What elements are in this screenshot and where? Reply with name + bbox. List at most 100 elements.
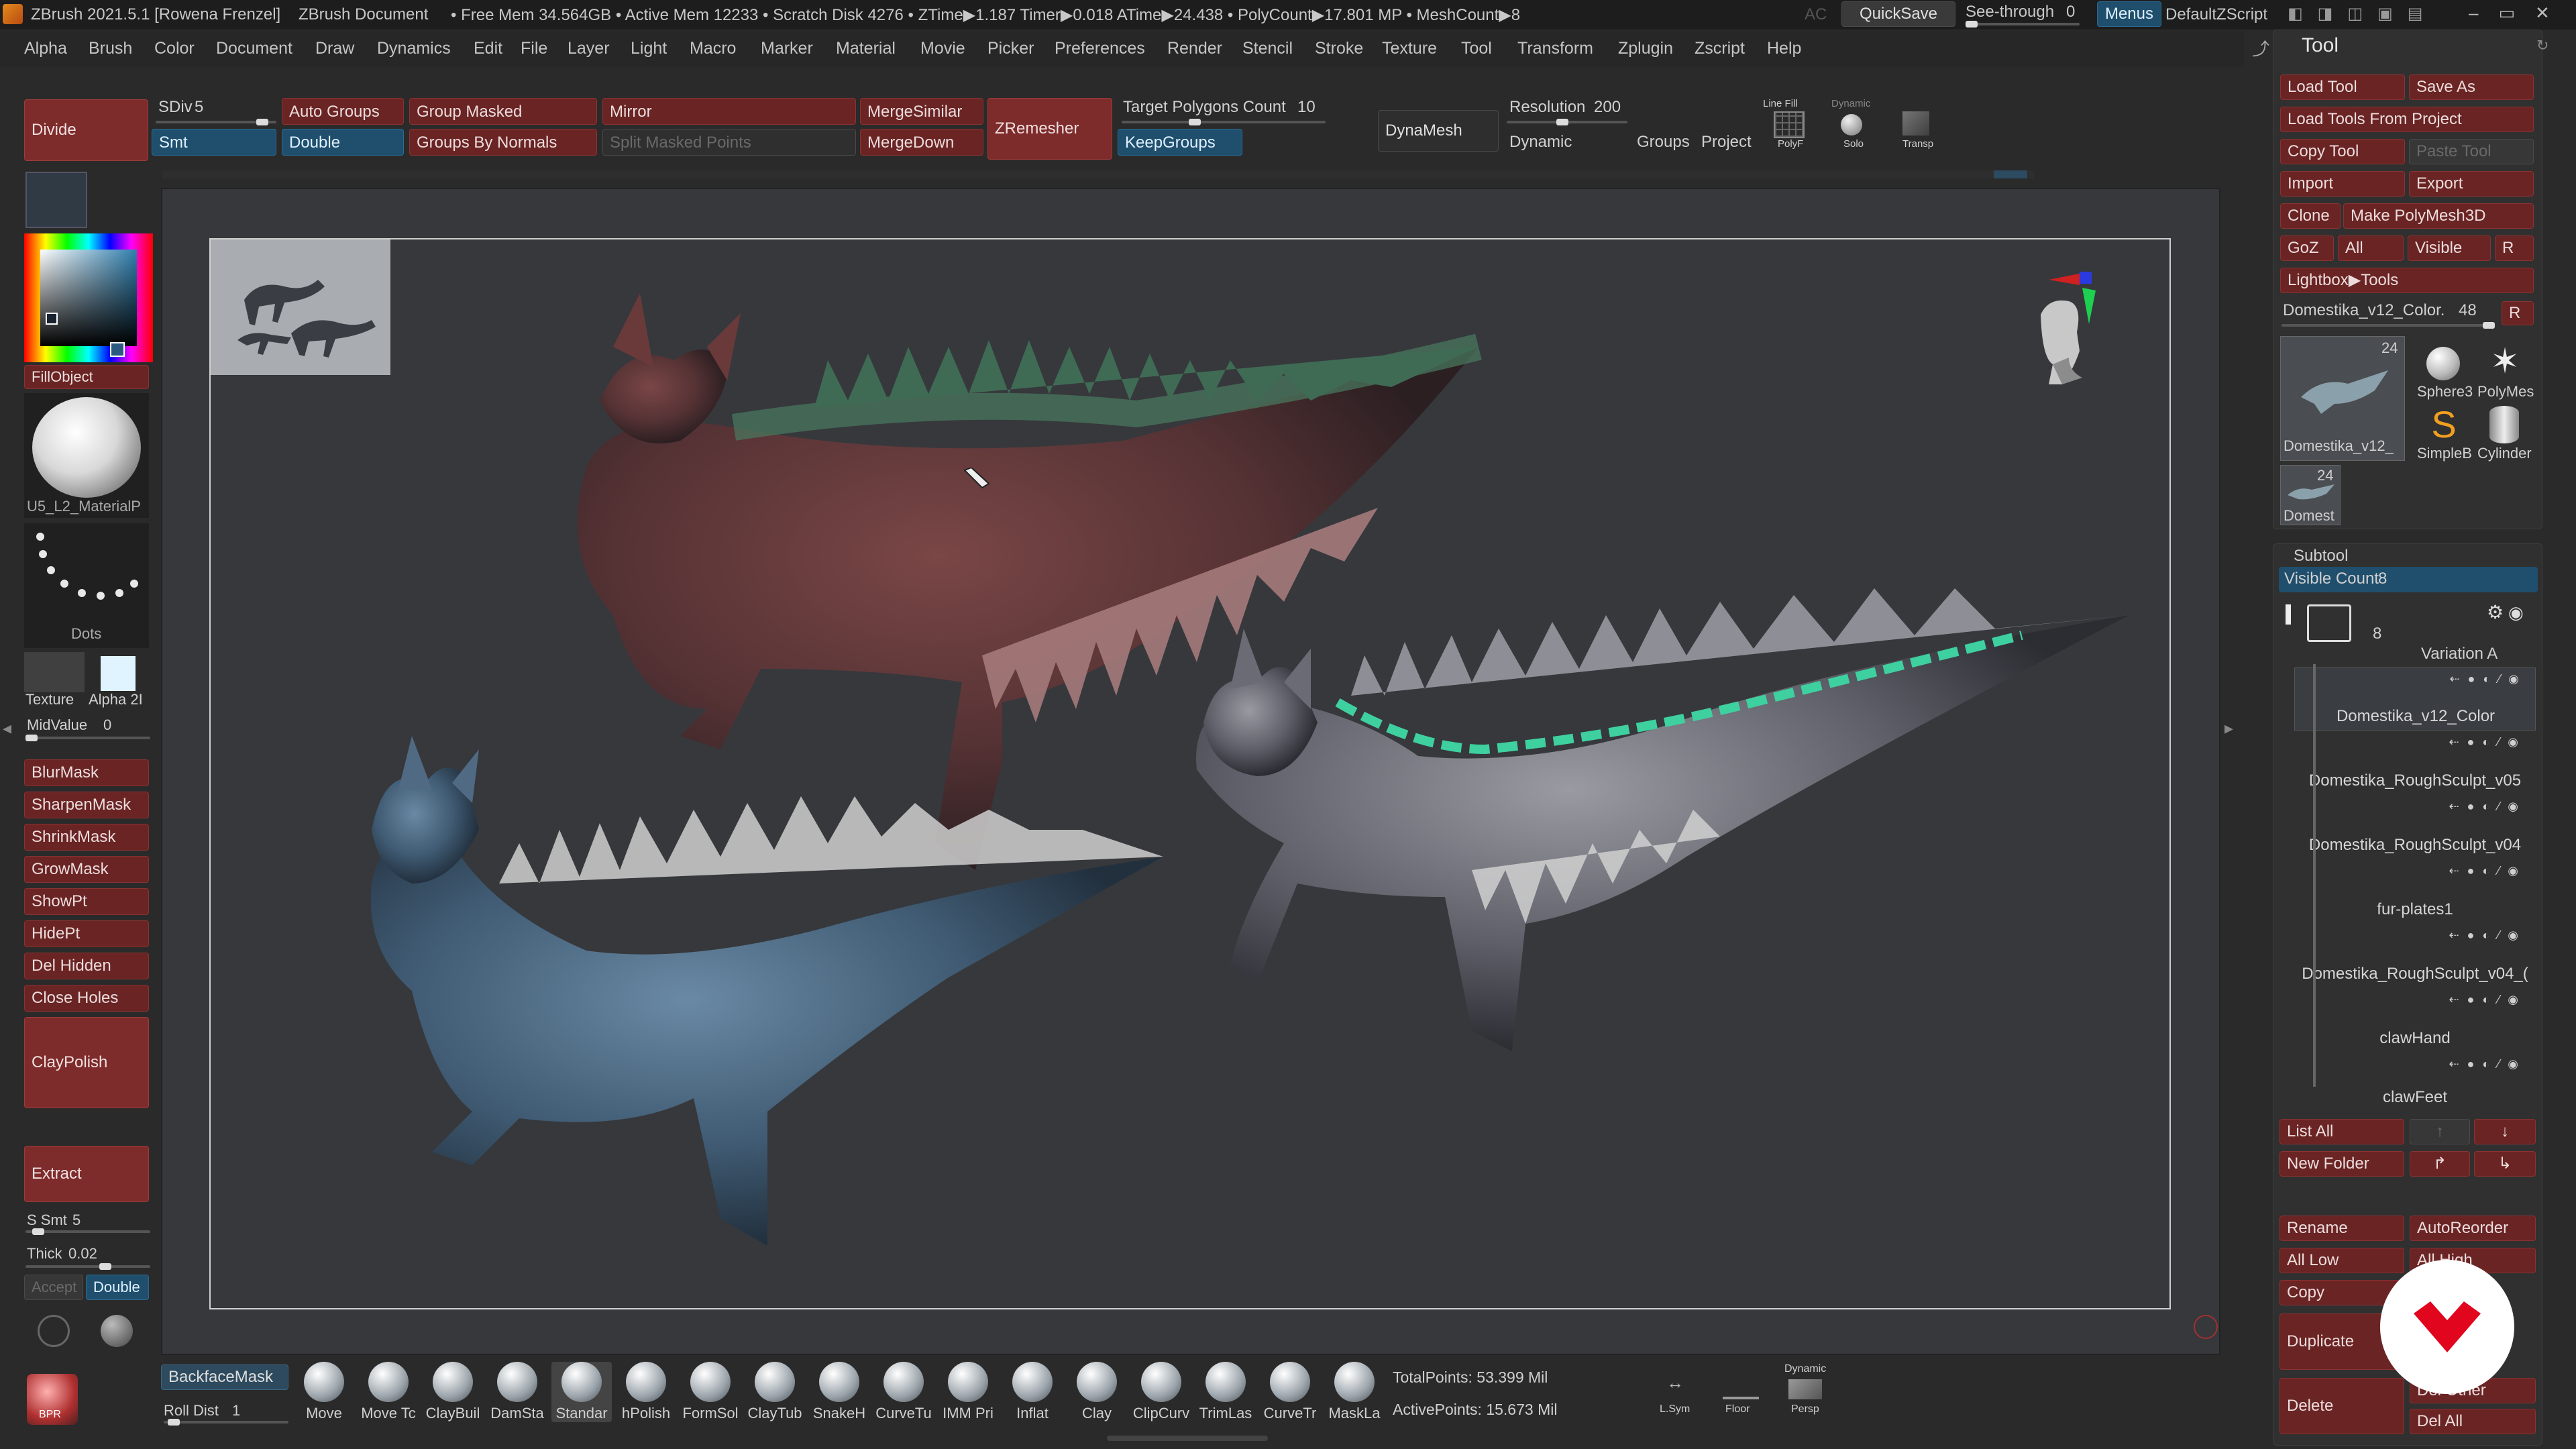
lightbox-tools-button[interactable]: Lightbox▶Tools	[2280, 268, 2534, 293]
subtool-item-icons[interactable]: ⇠●◐⁄◉	[2294, 1057, 2536, 1075]
double-button[interactable]: Double	[282, 129, 404, 156]
brush-clay[interactable]: Clay	[1067, 1362, 1127, 1422]
clone-button[interactable]: Clone	[2280, 203, 2341, 229]
subtool-item-4[interactable]: ⇠●◐⁄◉ Domestika_RoughSculpt_v04_(	[2294, 924, 2536, 987]
subtool-item-6[interactable]: ⇠●◐⁄◉ clawFeet	[2294, 1053, 2536, 1111]
stroke-thumbnail[interactable]: Dots	[24, 523, 149, 648]
mirror-button[interactable]: Mirror	[602, 98, 856, 125]
menu-alpha[interactable]: Alpha	[24, 39, 67, 58]
visible-count-bar[interactable]: Visible Count 8	[2279, 567, 2538, 592]
goz-button[interactable]: GoZ	[2280, 235, 2334, 261]
menu-movie[interactable]: Movie	[920, 39, 965, 58]
see-through-slider[interactable]	[1966, 21, 2080, 28]
grow-mask-button[interactable]: GrowMask	[24, 856, 149, 883]
brush-move[interactable]: Move	[294, 1362, 354, 1422]
menu-layer[interactable]: Layer	[568, 39, 610, 58]
zremesher-button[interactable]: ZRemesher	[987, 98, 1112, 160]
close-holes-button[interactable]: Close Holes	[24, 985, 149, 1012]
subtool-item-icons[interactable]: ⇠●◐⁄◉	[2294, 800, 2536, 817]
brush-hpolish[interactable]: hPolish	[616, 1362, 676, 1422]
auto-reorder-button[interactable]: AutoReorder	[2410, 1216, 2536, 1241]
dynamesh-button[interactable]: DynaMesh	[1378, 110, 1499, 152]
scroll-thumb[interactable]	[1994, 170, 2027, 178]
load-tools-from-project-button[interactable]: Load Tools From Project	[2280, 107, 2534, 132]
default-zscript-label[interactable]: DefaultZScript	[2165, 5, 2267, 24]
menu-material[interactable]: Material	[836, 39, 896, 58]
folder-settings-icon[interactable]: ⚙	[2487, 603, 2506, 622]
save-as-button[interactable]: Save As	[2409, 74, 2534, 100]
brush-claytubes[interactable]: ClayTub	[745, 1362, 805, 1422]
brush-imm-primitives[interactable]: IMM Pri	[938, 1362, 998, 1422]
lsym-icon[interactable]: ↔	[1657, 1373, 1693, 1399]
menu-tool[interactable]: Tool	[1461, 39, 1492, 58]
menu-stroke[interactable]: Stroke	[1315, 39, 1363, 58]
subtool-item-3[interactable]: ⇠●◐⁄◉ fur-plates1	[2294, 860, 2536, 923]
brush-curvetriangle[interactable]: CurveTr	[1260, 1362, 1320, 1422]
main-color-swatch[interactable]	[110, 342, 125, 357]
new-folder-button[interactable]: New Folder	[2279, 1151, 2404, 1177]
list-all-button[interactable]: List All	[2279, 1119, 2404, 1144]
midvalue-slider[interactable]	[25, 735, 150, 741]
brush-damstandard[interactable]: DamSta	[487, 1362, 547, 1422]
sharpen-mask-button[interactable]: SharpenMask	[24, 792, 149, 818]
menu-help[interactable]: Help	[1767, 39, 1801, 58]
brush-clipcurve[interactable]: ClipCurv	[1131, 1362, 1191, 1422]
hide-pt-button[interactable]: HidePt	[24, 920, 149, 947]
color-picker[interactable]	[24, 233, 153, 362]
tool-thumb-simplebrush[interactable]: S SimpleB	[2413, 403, 2473, 462]
subtool-item-1[interactable]: ⇠●◐⁄◉ Domestika_RoughSculpt_v05	[2294, 731, 2536, 794]
brush-snakehook[interactable]: SnakeH	[809, 1362, 869, 1422]
rename-button[interactable]: Rename	[2279, 1216, 2404, 1241]
quicksave-button[interactable]: QuickSave	[1841, 1, 1955, 27]
menu-brush[interactable]: Brush	[89, 39, 132, 58]
accept-button[interactable]: Accept	[24, 1275, 83, 1300]
move-out-folder-icon[interactable]: ↳	[2474, 1151, 2536, 1177]
keep-groups-button[interactable]: KeepGroups	[1118, 129, 1242, 156]
roll-dist-slider[interactable]	[164, 1419, 288, 1426]
brush-curvetube[interactable]: CurveTu	[873, 1362, 934, 1422]
divide-button[interactable]: Divide	[24, 99, 148, 161]
color-picker-square[interactable]	[40, 250, 137, 346]
menu-draw[interactable]: Draw	[315, 39, 354, 58]
subtool-item-icons[interactable]: ⇠●◐⁄◉	[2294, 928, 2536, 946]
menu-edit[interactable]: Edit	[474, 39, 502, 58]
layout-icons[interactable]: ◧◨◫▣▤	[2288, 4, 2455, 24]
menu-preferences[interactable]: Preferences	[1055, 39, 1145, 58]
solo-icon[interactable]	[1841, 114, 1862, 136]
tool-thumb-domestika[interactable]: 24 Domestika_v12_	[2280, 336, 2405, 461]
menu-render[interactable]: Render	[1167, 39, 1222, 58]
paste-tool-button[interactable]: Paste Tool	[2409, 139, 2534, 164]
menu-dynamics[interactable]: Dynamics	[377, 39, 451, 58]
dynamic-label[interactable]: Dynamic	[1509, 133, 1572, 152]
bottom-tray-handle[interactable]	[1107, 1436, 1268, 1441]
subtool-item-5[interactable]: ⇠●◐⁄◉ clawHand	[2294, 989, 2536, 1052]
menu-picker[interactable]: Picker	[987, 39, 1034, 58]
goz-visible-button[interactable]: Visible	[2408, 235, 2491, 261]
brush-masklasso[interactable]: MaskLa	[1324, 1362, 1385, 1422]
subtool-item-icons[interactable]: ⇠●◐⁄◉	[2295, 672, 2536, 690]
menu-document[interactable]: Document	[216, 39, 292, 58]
backface-mask-button[interactable]: BackfaceMask	[161, 1364, 288, 1390]
subtool-item-icons[interactable]: ⇠●◐⁄◉	[2294, 993, 2536, 1010]
window-controls[interactable]: –▭✕	[2469, 3, 2570, 23]
export-button[interactable]: Export	[2409, 171, 2534, 197]
goz-r-button[interactable]: R	[2495, 235, 2534, 261]
target-polygons-slider[interactable]	[1122, 119, 1326, 125]
menu-texture[interactable]: Texture	[1382, 39, 1437, 58]
left-tray-toggle-icon[interactable]: ◂	[3, 718, 12, 758]
clay-polish-button[interactable]: ClayPolish	[24, 1017, 149, 1108]
menu-color[interactable]: Color	[154, 39, 195, 58]
texture-thumbnail[interactable]	[24, 652, 85, 692]
menu-stencil[interactable]: Stencil	[1242, 39, 1293, 58]
double-extract-button[interactable]: Double	[86, 1275, 149, 1300]
auto-groups-button[interactable]: Auto Groups	[282, 98, 404, 125]
polyframe-icon[interactable]	[1774, 111, 1805, 138]
material-thumbnail[interactable]: U5_L2_MaterialP	[24, 393, 149, 518]
sphere-icon[interactable]	[101, 1315, 133, 1347]
brush-inflat[interactable]: Inflat	[1002, 1362, 1063, 1422]
navigation-gizmo[interactable]	[2035, 270, 2109, 405]
menu-zscript[interactable]: Zscript	[1695, 39, 1745, 58]
bpr-button[interactable]: BPR	[27, 1374, 78, 1425]
menu-file[interactable]: File	[521, 39, 547, 58]
refresh-icon[interactable]: ↻	[2536, 37, 2554, 54]
